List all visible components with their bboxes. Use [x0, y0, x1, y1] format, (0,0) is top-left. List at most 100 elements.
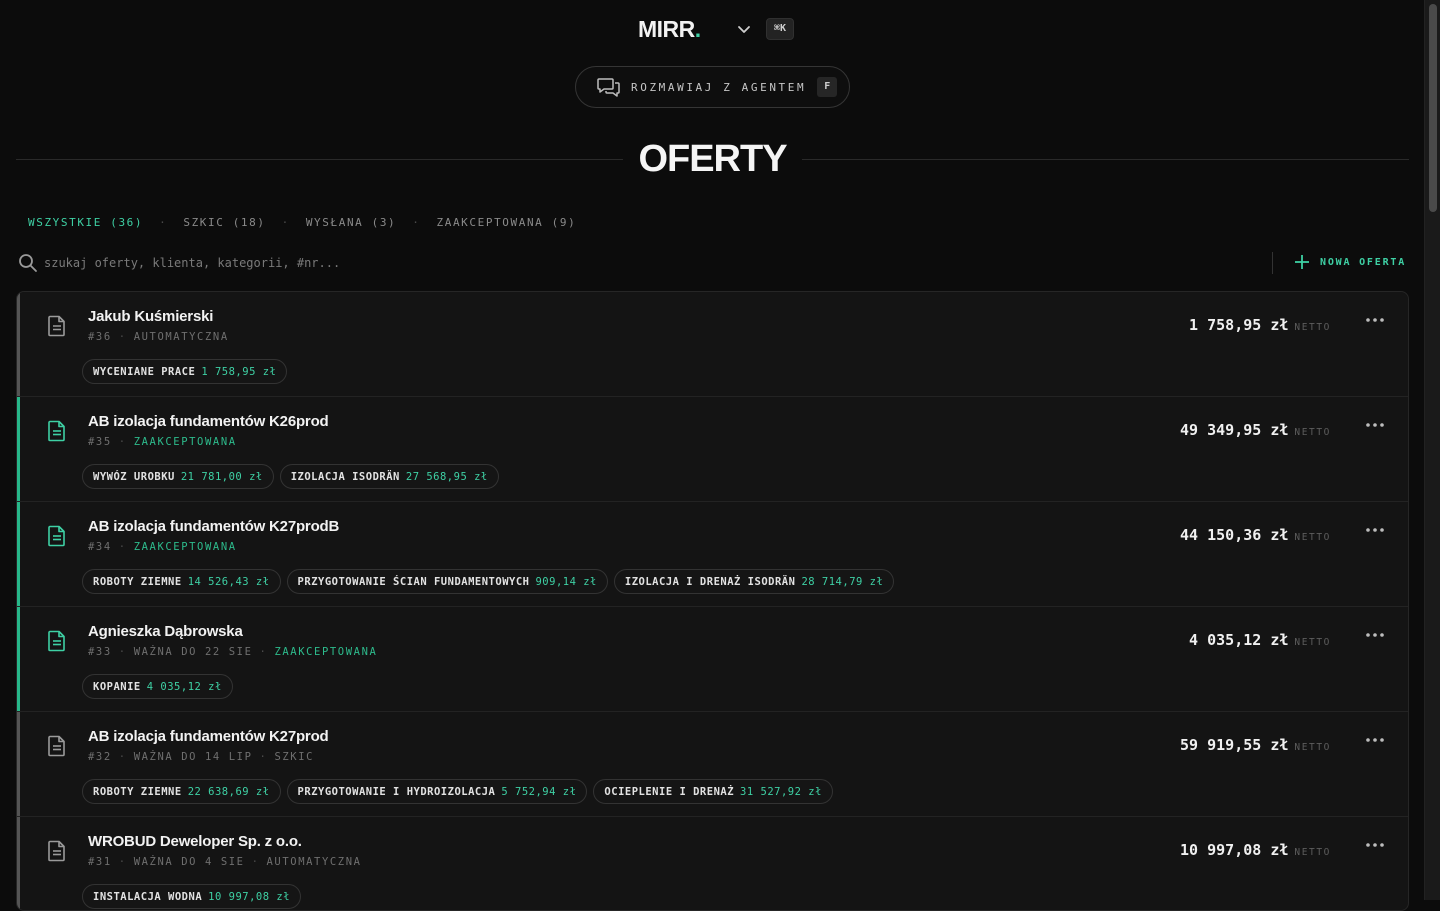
- document-icon: [48, 840, 65, 862]
- category-chip-label: ROBOTY ZIEMNE: [93, 575, 182, 588]
- offer-row[interactable]: AB izolacja fundamentów K27prod #32 · WAŻN…: [17, 712, 1408, 817]
- category-chip[interactable]: IZOLACJA ISODRÄN 27 568,95 zł: [279, 464, 499, 489]
- category-chip-value: 21 781,00 zł: [180, 470, 263, 483]
- search-input[interactable]: [44, 250, 744, 276]
- scrollbar[interactable]: [1424, 0, 1440, 900]
- category-chip[interactable]: OCIEPLENIE I DRENAŻ 31 527,92 zł: [593, 779, 833, 804]
- offer-amount-suffix: NETTO: [1294, 742, 1331, 753]
- document-icon: [48, 315, 65, 337]
- offer-meta-item: AUTOMATYCZNA: [266, 856, 362, 868]
- offer-row[interactable]: AB izolacja fundamentów K27prodB #34 · ZAA…: [17, 502, 1408, 607]
- category-chip-label: WYWÓZ UROBKU: [93, 470, 175, 483]
- new-offer-button[interactable]: NOWA OFERTA: [1294, 254, 1406, 270]
- offer-chips: KOPANIE 4 035,12 zł: [82, 674, 233, 699]
- category-chip-value: 27 568,95 zł: [405, 470, 488, 483]
- offer-name[interactable]: Jakub Kuśmierski: [88, 308, 213, 325]
- tab-separator: ·: [281, 216, 290, 229]
- title-divider-right: [802, 159, 1409, 160]
- tab-draft[interactable]: SZKIC (18): [183, 216, 265, 229]
- offer-name[interactable]: AB izolacja fundamentów K27prodB: [88, 518, 339, 535]
- meta-separator: ·: [259, 646, 268, 658]
- offer-row[interactable]: WROBUD Deweloper Sp. z o.o. #31 · WAŻNA DO…: [17, 817, 1408, 910]
- scrollbar-thumb[interactable]: [1429, 4, 1437, 212]
- offer-status-bar: [17, 292, 20, 396]
- new-offer-label: NOWA OFERTA: [1320, 256, 1407, 268]
- more-options-icon[interactable]: [1365, 524, 1385, 536]
- category-chip[interactable]: WYWÓZ UROBKU 21 781,00 zł: [82, 464, 274, 489]
- offer-meta-item: SZKIC: [274, 751, 315, 763]
- category-chip[interactable]: WYCENIANE PRACE 1 758,95 zł: [82, 359, 288, 384]
- status-tabs: WSZYSTKIE (36) · SZKIC (18) · WYSŁANA (3…: [28, 216, 576, 229]
- document-icon: [48, 525, 65, 547]
- logo-dot: .: [694, 16, 701, 42]
- offer-row[interactable]: AB izolacja fundamentów K26prod #35 · ZAAK…: [17, 397, 1408, 502]
- offer-meta: #36 · AUTOMATYCZNA: [88, 331, 229, 343]
- offer-name[interactable]: WROBUD Deweloper Sp. z o.o.: [88, 833, 302, 850]
- tab-sent[interactable]: WYSŁANA (3): [306, 216, 396, 229]
- meta-separator: ·: [118, 541, 127, 553]
- category-chip-label: IZOLACJA I DRENAŻ ISODRÄN: [624, 575, 796, 588]
- meta-separator: ·: [118, 751, 127, 763]
- document-icon: [48, 630, 65, 652]
- offer-meta-item: WAŻNA DO 14 LIP: [133, 751, 253, 763]
- category-chip-label: OCIEPLENIE I DRENAŻ: [604, 785, 735, 798]
- offer-name[interactable]: AB izolacja fundamentów K27prod: [88, 728, 329, 745]
- tab-accepted[interactable]: ZAAKCEPTOWANA (9): [437, 216, 577, 229]
- offer-number: #31: [88, 856, 112, 868]
- category-chip-label: WYCENIANE PRACE: [93, 365, 196, 378]
- offer-amount-value: 1 758,95 zł: [1189, 316, 1289, 334]
- category-chip-label: PRZYGOTOWANIE I HYDROIZOLACJA: [297, 785, 496, 798]
- offer-number: #36: [88, 331, 112, 343]
- category-chip[interactable]: KOPANIE 4 035,12 zł: [82, 674, 233, 699]
- more-options-icon[interactable]: [1365, 629, 1385, 641]
- command-shortcut-badge: ⌘K: [766, 18, 794, 40]
- category-chip-value: 5 752,94 zł: [501, 785, 577, 798]
- offer-name[interactable]: AB izolacja fundamentów K26prod: [88, 413, 329, 430]
- offer-amount-value: 49 349,95 zł: [1180, 421, 1289, 439]
- category-chip[interactable]: ROBOTY ZIEMNE 14 526,43 zł: [82, 569, 281, 594]
- category-chip-value: 31 527,92 zł: [740, 785, 822, 798]
- chat-with-agent-button[interactable]: ROZMAWIAJ Z AGENTEM F: [575, 66, 850, 108]
- offer-status: ZAAKCEPTOWANA: [133, 541, 237, 553]
- offer-number: #33: [88, 646, 112, 658]
- category-chip[interactable]: IZOLACJA I DRENAŻ ISODRÄN 28 714,79 zł: [613, 569, 895, 594]
- more-options-icon[interactable]: [1365, 839, 1385, 851]
- top-bar: MIRR. ⌘K: [0, 15, 1424, 45]
- offer-amount-suffix: NETTO: [1294, 637, 1331, 648]
- offer-status: ZAAKCEPTOWANA: [133, 436, 237, 448]
- more-options-icon[interactable]: [1365, 734, 1385, 746]
- tab-all[interactable]: WSZYSTKIE (36): [28, 216, 143, 229]
- search-bar: NOWA OFERTA: [16, 250, 1409, 276]
- offer-meta-item: WAŻNA DO 22 SIE: [133, 646, 253, 658]
- category-chip[interactable]: PRZYGOTOWANIE I HYDROIZOLACJA 5 752,94 zł: [286, 779, 588, 804]
- offer-row[interactable]: Agnieszka Dąbrowska #33 · WAŻNA DO 22 SIE ·…: [17, 607, 1408, 712]
- offer-meta-item: WAŻNA DO 4 SIE: [133, 856, 245, 868]
- document-icon: [48, 735, 65, 757]
- category-chip[interactable]: ROBOTY ZIEMNE 22 638,69 zł: [82, 779, 281, 804]
- logo[interactable]: MIRR.: [638, 15, 701, 43]
- offer-number: #34: [88, 541, 112, 553]
- more-options-icon[interactable]: [1365, 419, 1385, 431]
- offer-amount-suffix: NETTO: [1294, 847, 1331, 858]
- offer-amount-value: 59 919,55 zł: [1180, 736, 1289, 754]
- offer-amount: 49 349,95 zł NETTO: [1180, 421, 1331, 439]
- category-chip-label: INSTALACJA WODNA: [93, 890, 203, 903]
- offer-amount: 59 919,55 zł NETTO: [1180, 736, 1331, 754]
- offer-amount-suffix: NETTO: [1294, 322, 1331, 333]
- chevron-down-icon[interactable]: [735, 20, 753, 38]
- offer-amount: 4 035,12 zł NETTO: [1189, 631, 1331, 649]
- more-options-icon[interactable]: [1365, 314, 1385, 326]
- page-title: OFERTY: [638, 138, 787, 180]
- tab-separator: ·: [412, 216, 421, 229]
- category-chip[interactable]: INSTALACJA WODNA 10 997,08 zł: [82, 884, 302, 909]
- offer-name[interactable]: Agnieszka Dąbrowska: [88, 623, 243, 640]
- category-chip[interactable]: PRZYGOTOWANIE ŚCIAN FUNDAMENTOWYCH 909,14…: [286, 569, 608, 594]
- chat-icon: [597, 78, 620, 97]
- offer-row[interactable]: Jakub Kuśmierski #36 · AUTOMATYCZNA WYCENI…: [17, 292, 1408, 397]
- offer-amount: 44 150,36 zł NETTO: [1180, 526, 1331, 544]
- offer-chips: ROBOTY ZIEMNE 22 638,69 zł PRZYGOTOWANIE I…: [82, 779, 833, 804]
- category-chip-value: 1 758,95 zł: [201, 365, 277, 378]
- offer-meta: #32 · WAŻNA DO 14 LIP · SZKIC: [88, 751, 314, 763]
- category-chip-value: 22 638,69 zł: [187, 785, 270, 798]
- search-divider: [1272, 252, 1273, 274]
